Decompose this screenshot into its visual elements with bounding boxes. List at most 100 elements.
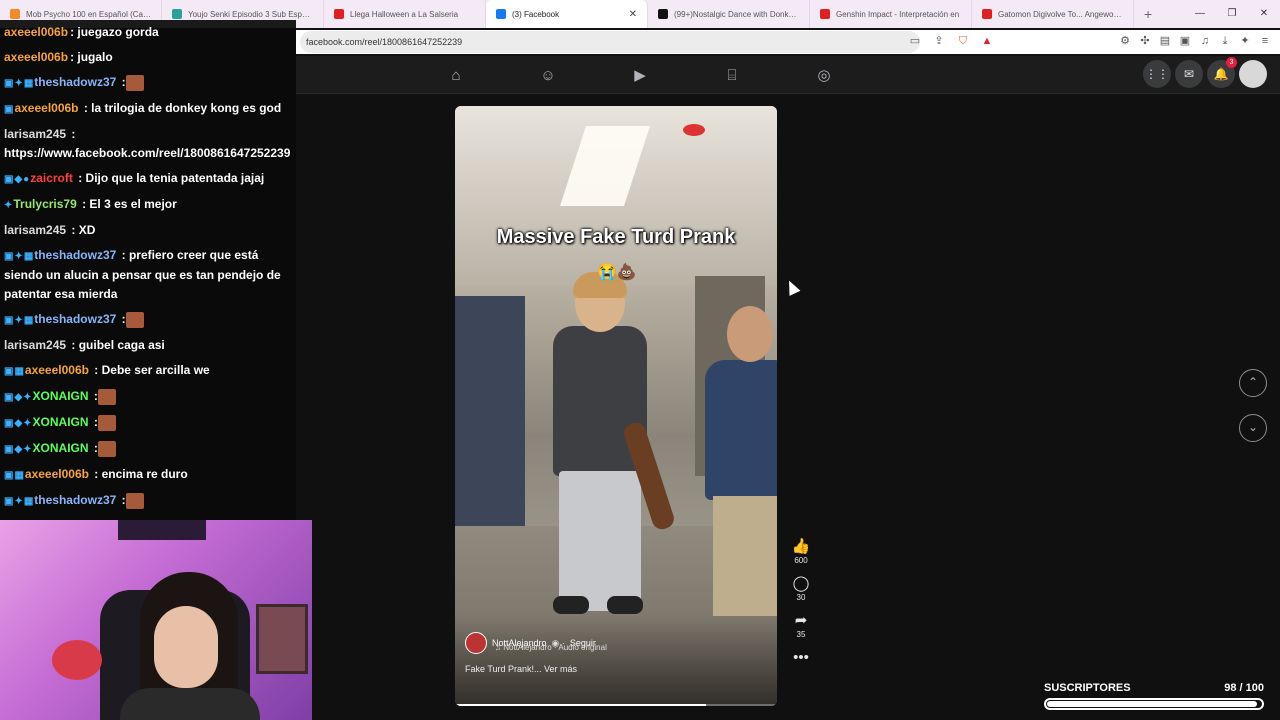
chat-username[interactable]: axeeel006b [4, 25, 68, 39]
subscriber-goal: SUSCRIPTORES 98 / 100 [1044, 682, 1264, 710]
share-button[interactable]: ➦ 35 [790, 612, 812, 639]
chevron-down-icon: ⌄ [1247, 420, 1259, 434]
facebook-nav-bar: ⌂ ☺ ▶ ⌸ ◎ ⋮⋮ ✉ 🔔 3 [296, 56, 1280, 94]
tab-label: (99+)Nostalgic Dance with Donkey K [674, 9, 799, 19]
comment-count: 30 [796, 593, 806, 602]
reel-description[interactable]: Fake Turd Prank!... Ver más [465, 664, 577, 674]
chat-message: ▣✦▦theshadowz37 : [0, 488, 296, 514]
stream-chat-overlay: axeeel006b: juegazo gorda axeeel006b: jug… [0, 20, 296, 520]
chat-message: ▣✦▦theshadowz37 : [0, 70, 296, 96]
chat-username[interactable]: theshadowz37 [34, 75, 116, 89]
browser-tab[interactable]: Genshin Impact - Interpretación en [810, 0, 972, 28]
chat-username[interactable]: XONAIGN [33, 389, 89, 403]
chat-message: larisam245 : XD [0, 218, 296, 243]
screen-icon[interactable]: ▭ [908, 34, 922, 48]
music-icon[interactable]: ♫ [1198, 34, 1212, 48]
groups-icon[interactable]: ◎ [814, 66, 834, 86]
chat-username[interactable]: axeeel006b [25, 363, 89, 377]
chat-username[interactable]: axeeel006b [4, 50, 68, 64]
chat-username[interactable]: theshadowz37 [34, 312, 116, 326]
chat-badges: ▣◆✦ [4, 418, 33, 429]
extension-icon[interactable]: ⚙ [1118, 34, 1132, 48]
chat-badges: ▣✦▦ [4, 78, 35, 89]
rewards-icon[interactable]: ▲ [980, 34, 994, 48]
chat-username[interactable]: zaicroft [30, 171, 73, 185]
tab-label: Youjo Senki Episodio 3 Sub Español [188, 9, 313, 19]
chat-message: ▣axeeel006b : la trilogia de donkey kong… [0, 96, 296, 122]
new-tab-button[interactable]: + [1134, 6, 1162, 22]
reel-video[interactable]: Massive Fake Turd Prank 😭💩 NottAlejandro… [455, 106, 777, 706]
tab-favicon-icon [10, 9, 20, 19]
browser-tab[interactable]: (3) Facebook ✕ [486, 0, 648, 28]
chat-message: ▣✦▦theshadowz37 : prefiero creer que est… [0, 243, 296, 307]
chat-badges: ✦ [4, 200, 14, 211]
more-button[interactable]: ••• [790, 649, 812, 667]
author-avatar[interactable] [465, 632, 487, 654]
messenger-icon[interactable]: ✉ [1175, 60, 1203, 88]
chat-username[interactable]: theshadowz37 [34, 248, 116, 262]
tab-label: (3) Facebook [512, 9, 560, 19]
chat-message: larisam245 : https://www.facebook.com/re… [0, 122, 296, 166]
chat-text: : El 3 es el mejor [78, 197, 177, 211]
chat-username[interactable]: Trulycris79 [13, 197, 76, 211]
previous-reel-button[interactable]: ⌃ [1239, 369, 1267, 397]
chat-username[interactable]: axeeel006b [25, 467, 89, 481]
home-icon[interactable]: ⌂ [446, 66, 466, 86]
tab-label: Llega Halloween a La Salseria [350, 9, 459, 19]
chat-username[interactable]: XONAIGN [33, 415, 89, 429]
chat-badges: ▣✦▦ [4, 496, 35, 507]
chat-message: ▣✦▦theshadowz37 : [0, 307, 296, 333]
ai-icon[interactable]: ✦ [1238, 34, 1252, 48]
minimize-icon[interactable]: — [1184, 0, 1216, 28]
brave-shield-icon[interactable]: ⛉ [956, 34, 970, 48]
chat-username[interactable]: axeeel006b [14, 101, 78, 115]
chat-username[interactable]: larisam245 [4, 338, 66, 352]
chat-badges: ▣ [4, 104, 15, 115]
chat-username[interactable]: theshadowz37 [34, 493, 116, 507]
caption-emojis: 😭💩 [597, 264, 637, 281]
browser-tab[interactable]: Llega Halloween a La Salseria [324, 0, 486, 28]
chat-text: : encima re duro [90, 467, 188, 481]
url-input[interactable]: facebook.com/reel/1800861647252239 [300, 31, 920, 53]
puzzle-icon[interactable]: ✣ [1138, 34, 1152, 48]
browser-tab[interactable]: (99+)Nostalgic Dance with Donkey K [648, 0, 810, 28]
comment-button[interactable]: ◯ 30 [790, 575, 812, 602]
next-reel-button[interactable]: ⌄ [1239, 414, 1267, 442]
wallet-icon[interactable]: ▣ [1178, 34, 1192, 48]
reel-caption: Massive Fake Turd Prank [496, 226, 736, 248]
chat-emote [125, 74, 144, 91]
chat-username[interactable]: larisam245 [4, 223, 66, 237]
notifications-icon[interactable]: 🔔 3 [1207, 57, 1237, 88]
streamer-face [154, 606, 218, 688]
tab-favicon-icon [982, 9, 992, 19]
close-tab-icon[interactable]: ✕ [629, 9, 637, 20]
like-button[interactable]: 👍 600 [790, 538, 812, 565]
menu-icon[interactable]: ≡ [1258, 34, 1272, 48]
chat-text: : Debe ser arcilla we [90, 363, 210, 377]
share-icon[interactable]: ⇪ [932, 34, 946, 48]
chat-message: ▣▦axeeel006b : encima re duro [0, 462, 296, 488]
chat-text: : [90, 389, 98, 403]
sidebar-icon[interactable]: ▤ [1158, 34, 1172, 48]
chat-message: ▣◆✦XONAIGN : [0, 384, 296, 410]
maximize-icon[interactable]: ❐ [1216, 0, 1248, 28]
chat-message: ✦Trulycris79 : El 3 es el mejor [0, 192, 296, 218]
window-controls: — ❐ ✕ [1184, 0, 1280, 28]
chat-username[interactable]: XONAIGN [33, 441, 89, 455]
chat-text: : jugalo [70, 50, 113, 64]
address-bar: facebook.com/reel/1800861647252239 ▭ ⇪ ⛉… [296, 30, 1280, 54]
profile-avatar[interactable] [1239, 60, 1267, 88]
friends-icon[interactable]: ☺ [538, 66, 558, 86]
menu-grid-icon[interactable]: ⋮⋮ [1143, 60, 1171, 88]
marketplace-icon[interactable]: ⌸ [722, 66, 742, 86]
chat-emote [125, 492, 144, 509]
audio-label[interactable]: ♫ NottAlejandro · Audio original [495, 643, 607, 652]
fire-alarm [683, 124, 705, 136]
video-progress[interactable] [455, 704, 777, 706]
share-count: 35 [796, 630, 806, 639]
video-icon[interactable]: ▶ [630, 66, 650, 86]
chat-username[interactable]: larisam245 [4, 127, 66, 141]
close-window-icon[interactable]: ✕ [1248, 0, 1280, 28]
download-icon[interactable]: ⤓ [1218, 34, 1232, 48]
browser-tab[interactable]: Gatomon Digivolve To... Angewomo [972, 0, 1134, 28]
